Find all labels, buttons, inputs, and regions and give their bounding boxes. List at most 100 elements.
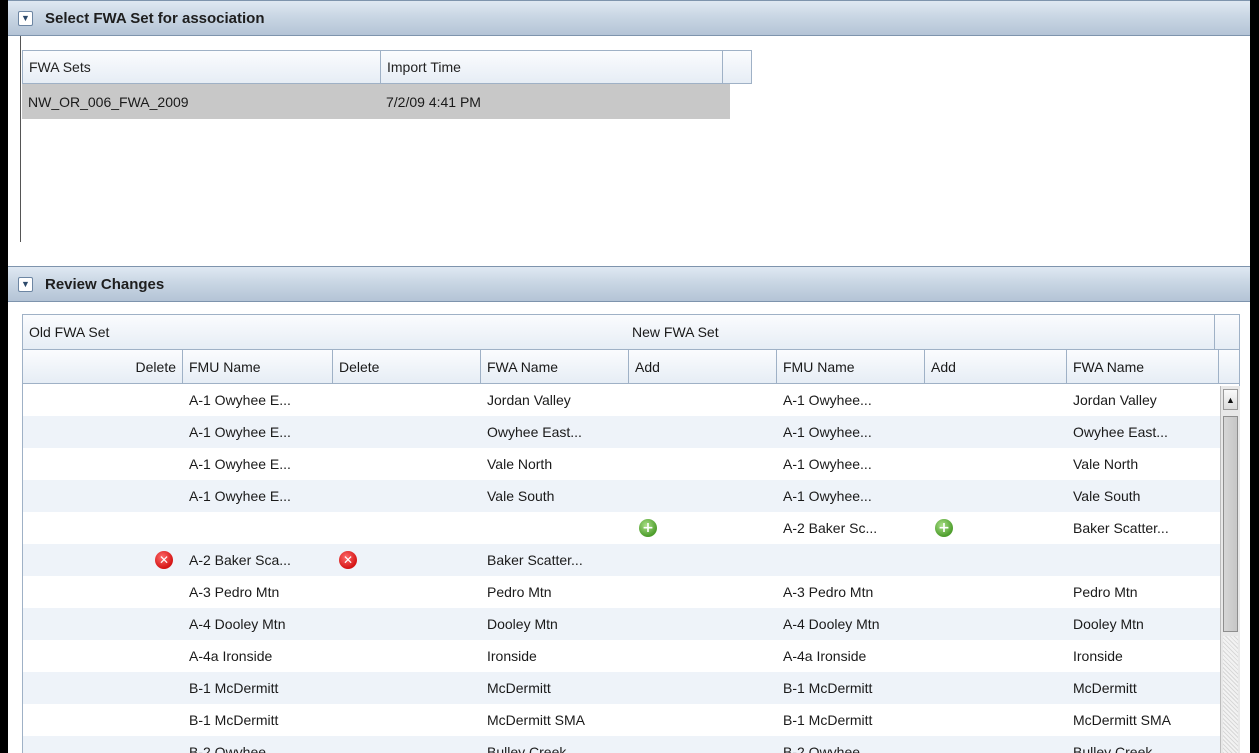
cell-new-fwa-add (925, 608, 1067, 640)
cell-new-fwa: Bulley Creek (1073, 744, 1153, 753)
cell-old-fwa: Jordan Valley (487, 392, 571, 408)
cell-new-fmu-add (629, 608, 777, 640)
scroll-up-arrow-icon[interactable]: ▲ (1223, 389, 1238, 410)
cell-new-fwa: Vale North (1073, 456, 1139, 472)
cell-new-fmu: A-1 Owyhee... (783, 424, 872, 440)
cell-new-fwa: Jordan Valley (1073, 392, 1157, 408)
cell-old-fwa-delete (333, 736, 481, 753)
table-row[interactable]: B-1 McDermitt McDermitt SMA B-1 McDermitt M… (23, 704, 1239, 736)
vertical-scrollbar[interactable]: ▲ (1220, 386, 1240, 753)
cell-new-fwa-add (925, 704, 1067, 736)
cell-old-fwa: Bulley Creek (487, 744, 567, 753)
cell-old-fmu-delete (23, 576, 183, 608)
review-changes-panel-title: Review Changes (45, 275, 165, 293)
cell-new-fmu: A-2 Baker Sc... (783, 520, 878, 536)
table-row[interactable]: B-1 McDermitt McDermitt B-1 McDermitt McDer… (23, 672, 1239, 704)
column-header-new-fwa-name[interactable]: FWA Name (1067, 350, 1219, 383)
review-changes-grid: Old FWA Set New FWA Set Delete FMU Name … (22, 314, 1240, 753)
fwa-set-row-selected[interactable]: NW_OR_006_FWA_2009 7/2/09 4:41 PM (22, 84, 730, 119)
scrollbar-thumb[interactable] (1223, 416, 1238, 632)
column-header-spacer (723, 51, 751, 83)
table-row[interactable]: A-1 Owyhee E... Vale North A-1 Owyhee... Va… (23, 448, 1239, 480)
chevron-down-icon[interactable]: ▼ (18, 276, 33, 292)
cell-new-fwa: Baker Scatter... (1073, 520, 1169, 536)
fwa-set-panel-header[interactable]: ▼ Select FWA Set for association (8, 0, 1251, 36)
cell-old-fwa-delete (333, 512, 481, 544)
column-header-new-fwa-add[interactable]: Add (925, 350, 1067, 383)
cell-new-fmu: A-4a Ironside (783, 648, 867, 664)
column-header-old-fmu-name[interactable]: FMU Name (183, 350, 333, 383)
cell-new-fmu: A-3 Pedro Mtn (783, 584, 874, 600)
delete-icon[interactable]: ✕ (339, 551, 357, 569)
column-header-new-fmu-name[interactable]: FMU Name (777, 350, 925, 383)
cell-old-fwa: McDermitt (487, 680, 551, 696)
cell-old-fmu-delete (23, 448, 183, 480)
table-row[interactable]: B-2 Owyhee Bulley Creek B-2 Owyhee Bulley C… (23, 736, 1239, 753)
cell-new-fmu-add (629, 640, 777, 672)
cell-old-fmu-delete: ✕ (23, 544, 183, 576)
table-row[interactable]: A-1 Owyhee E... Owyhee East... A-1 Owyhee.… (23, 416, 1239, 448)
cell-old-fwa-delete (333, 608, 481, 640)
review-changes-panel-header[interactable]: ▼ Review Changes (8, 266, 1251, 302)
cell-old-fmu-delete (23, 384, 183, 416)
cell-old-fwa-delete (333, 640, 481, 672)
table-row[interactable]: A-3 Pedro Mtn Pedro Mtn A-3 Pedro Mtn Pedro… (23, 576, 1239, 608)
cell-new-fmu-add (629, 704, 777, 736)
cell-old-fmu: A-1 Owyhee E... (189, 488, 291, 504)
cell-old-fwa: Ironside (487, 648, 537, 664)
cell-old-fmu: A-4 Dooley Mtn (189, 616, 286, 632)
cell-new-fwa: Ironside (1073, 648, 1123, 664)
table-row[interactable]: A-1 Owyhee E... Vale South A-1 Owyhee... Va… (23, 480, 1239, 512)
scrollbar-track[interactable] (1223, 636, 1238, 753)
cell-new-fmu-add (629, 416, 777, 448)
cell-old-fmu-delete (23, 672, 183, 704)
cell-new-fmu: A-1 Owyhee... (783, 456, 872, 472)
fwa-set-panel-title: Select FWA Set for association (45, 9, 265, 27)
column-header-import-time[interactable]: Import Time (381, 51, 723, 83)
column-header-old-fmu-delete[interactable]: Delete (23, 350, 183, 383)
cell-old-fmu: B-1 McDermitt (189, 712, 279, 728)
cell-new-fmu-add: + (629, 512, 777, 544)
cell-new-fmu-add (629, 736, 777, 753)
cell-old-fwa (481, 512, 629, 544)
table-row[interactable]: A-4 Dooley Mtn Dooley Mtn A-4 Dooley Mtn Do… (23, 608, 1239, 640)
add-icon[interactable]: + (935, 519, 953, 537)
app-window: ▼ Select FWA Set for association FWA Set… (8, 0, 1251, 753)
cell-new-fmu-add (629, 384, 777, 416)
table-row[interactable]: + A-2 Baker Sc... + Baker Scatter... (23, 512, 1239, 544)
cell-old-fmu (183, 512, 333, 544)
cell-old-fmu: A-2 Baker Sca... (189, 552, 291, 568)
cell-old-fwa-delete (333, 480, 481, 512)
cell-old-fwa-delete (333, 416, 481, 448)
cell-old-fwa: Baker Scatter... (487, 552, 583, 568)
cell-new-fwa-add (925, 480, 1067, 512)
grid-column-header: Delete FMU Name Delete FWA Name Add FMU … (23, 350, 1239, 384)
cell-new-fwa: Owyhee East... (1073, 424, 1168, 440)
column-header-old-fwa-delete[interactable]: Delete (333, 350, 481, 383)
cell-new-fmu-add (629, 544, 777, 576)
cell-new-fmu: B-1 McDermitt (783, 680, 873, 696)
cell-old-fmu: A-1 Owyhee E... (189, 456, 291, 472)
window-border (1250, 0, 1253, 753)
delete-icon[interactable]: ✕ (155, 551, 173, 569)
cell-old-fmu: A-4a Ironside (189, 648, 273, 664)
cell-old-fwa: Vale North (487, 456, 553, 472)
table-row[interactable]: A-4a Ironside Ironside A-4a Ironside Ironsi… (23, 640, 1239, 672)
group-header-old-fwa-set: Old FWA Set (29, 324, 110, 340)
column-header-old-fwa-name[interactable]: FWA Name (481, 350, 629, 383)
cell-new-fwa-add (925, 576, 1067, 608)
cell-old-fmu-delete (23, 480, 183, 512)
add-icon[interactable]: + (639, 519, 657, 537)
table-row[interactable]: A-1 Owyhee E... Jordan Valley A-1 Owyhee..… (23, 384, 1239, 416)
chevron-down-icon[interactable]: ▼ (18, 10, 33, 26)
cell-old-fmu-delete (23, 640, 183, 672)
fwa-set-import-time: 7/2/09 4:41 PM (386, 93, 481, 110)
cell-new-fwa-add (925, 672, 1067, 704)
cell-new-fwa: McDermitt (1073, 680, 1137, 696)
table-row[interactable]: ✕ A-2 Baker Sca... ✕ Baker Scatter... (23, 544, 1239, 576)
cell-new-fwa-add (925, 384, 1067, 416)
column-header-fwa-sets[interactable]: FWA Sets (23, 51, 381, 83)
cell-old-fwa: Pedro Mtn (487, 584, 552, 600)
column-header-new-fmu-add[interactable]: Add (629, 350, 777, 383)
cell-old-fmu: B-2 Owyhee (189, 744, 267, 753)
